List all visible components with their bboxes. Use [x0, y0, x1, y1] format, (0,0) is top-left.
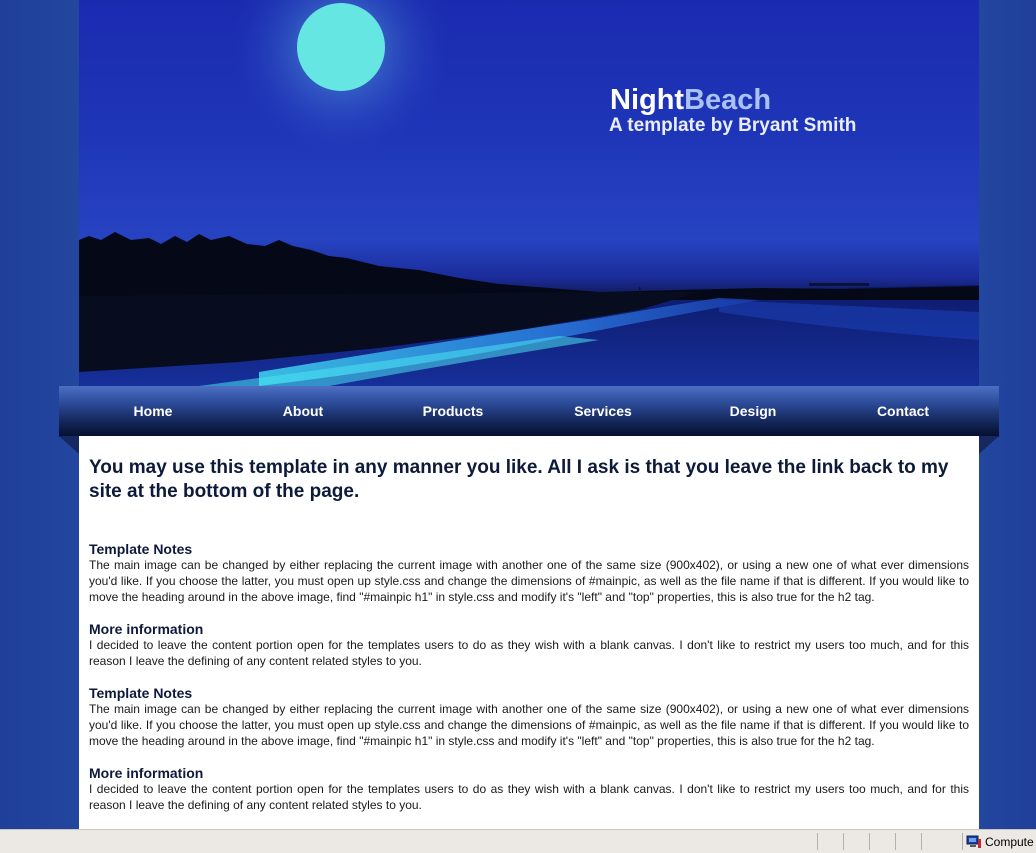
- site-title: NightBeach: [610, 84, 771, 116]
- section-heading: More information: [89, 765, 204, 781]
- security-zone[interactable]: Compute: [966, 833, 1034, 851]
- night-beach-illustration: [79, 0, 979, 386]
- nav-link-products[interactable]: Products: [378, 386, 528, 436]
- status-divider: [921, 833, 922, 850]
- header-image: NightBeach A template by Bryant Smith: [79, 0, 979, 386]
- nav-item-home: Home: [78, 386, 228, 436]
- section-heading: Template Notes: [89, 685, 193, 701]
- computer-icon: [966, 835, 982, 849]
- status-divider: [962, 833, 963, 850]
- browser-viewport: NightBeach A template by Bryant Smith Ho…: [0, 0, 1036, 853]
- nav-link-home[interactable]: Home: [78, 386, 228, 436]
- nav-item-contact: Contact: [828, 386, 978, 436]
- intro-heading: You may use this template in any manner …: [89, 457, 949, 502]
- zone-label: Compute: [985, 835, 1034, 849]
- site-subtitle: A template by Bryant Smith: [609, 115, 857, 136]
- nav-corner-left: [59, 436, 79, 454]
- nav-link-design[interactable]: Design: [678, 386, 828, 436]
- section-heading: Template Notes: [89, 541, 193, 557]
- status-divider: [869, 833, 870, 850]
- section-heading: More information: [89, 621, 204, 637]
- section-body: I decided to leave the content portion o…: [89, 638, 969, 668]
- nav-list: Home About Products Services Design Cont…: [59, 386, 999, 436]
- nav-item-services: Services: [528, 386, 678, 436]
- content-inner: You may use this template in any manner …: [79, 436, 979, 813]
- status-divider: [895, 833, 896, 850]
- nav-item-products: Products: [378, 386, 528, 436]
- nav-corner-right: [979, 436, 999, 454]
- content-area[interactable]: You may use this template in any manner …: [79, 436, 979, 853]
- nav-link-services[interactable]: Services: [528, 386, 678, 436]
- site-title-accent: Beach: [684, 84, 772, 116]
- nav-link-about[interactable]: About: [228, 386, 378, 436]
- browser-status-bar: Compute: [0, 829, 1036, 853]
- status-divider: [817, 833, 818, 850]
- main-navigation: Home About Products Services Design Cont…: [59, 386, 999, 436]
- nav-link-contact[interactable]: Contact: [828, 386, 978, 436]
- content-section: Template Notes The main image can be cha…: [89, 685, 969, 749]
- section-body: The main image can be changed by either …: [89, 702, 969, 748]
- section-body: I decided to leave the content portion o…: [89, 782, 969, 812]
- status-divider: [843, 833, 844, 850]
- content-section: More information I decided to leave the …: [89, 765, 969, 813]
- section-body: The main image can be changed by either …: [89, 558, 969, 604]
- content-section: Template Notes The main image can be cha…: [89, 541, 969, 605]
- nav-item-about: About: [228, 386, 378, 436]
- site-title-first: Night: [610, 84, 685, 116]
- nav-item-design: Design: [678, 386, 828, 436]
- content-section: More information I decided to leave the …: [89, 621, 969, 669]
